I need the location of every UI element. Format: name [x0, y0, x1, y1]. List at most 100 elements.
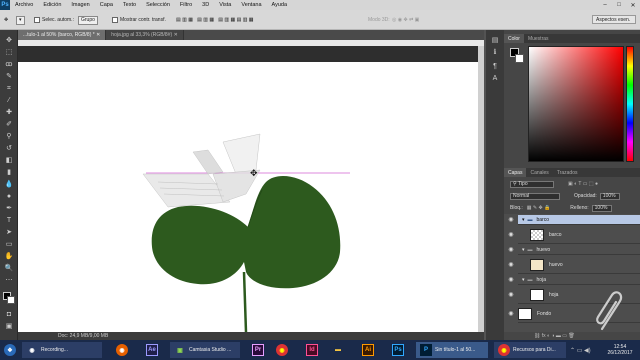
character-panel-icon[interactable]: A [490, 74, 500, 84]
menu-vista[interactable]: Vista [214, 2, 236, 8]
clock[interactable]: 12:54 26/12/2017 [604, 342, 636, 358]
path-select-tool-icon[interactable]: ➤ [4, 228, 14, 237]
eye-icon[interactable]: ◉ [507, 231, 515, 238]
history-panel-icon[interactable]: ▤ [490, 36, 500, 46]
after-effects-taskbar-icon[interactable]: Ae [146, 342, 158, 358]
filter-icons[interactable]: ▣ ◐ T ▭ ⬚ ● [568, 181, 598, 187]
dodge-tool-icon[interactable]: ● [4, 192, 14, 201]
eye-icon[interactable]: ◉ [507, 276, 515, 283]
system-tray-icons[interactable]: ⌃ ▭ ◀) [570, 342, 591, 358]
chevron-down-icon[interactable]: ▾ [522, 247, 525, 253]
history-brush-tool-icon[interactable]: ↺ [4, 144, 14, 153]
opacity-input[interactable]: 100% [599, 192, 620, 200]
eye-icon[interactable]: ◉ [507, 261, 515, 268]
menu-filtro[interactable]: Filtro [175, 2, 197, 8]
document-canvas[interactable]: ✥ [18, 62, 478, 333]
illustrator-taskbar-icon[interactable]: Ai [362, 342, 374, 358]
chevron-down-icon[interactable]: ▾ [522, 217, 525, 223]
eyedropper-tool-icon[interactable]: ⁄ [4, 96, 14, 105]
gradient-tool-icon[interactable]: ▮ [4, 168, 14, 177]
clone-stamp-tool-icon[interactable]: ⚲ [4, 132, 14, 141]
start-button[interactable]: ❖ [4, 342, 16, 358]
show-transform-checkbox[interactable]: Mostrar contr. transf. [112, 15, 166, 25]
lasso-tool-icon[interactable]: ꝏ [4, 60, 14, 69]
maximize-icon[interactable]: □ [612, 0, 626, 10]
tab-sin-titulo[interactable]: ...tulo-1 al 50% (barco, RGB/8) * ✕ [18, 30, 107, 40]
menu-ventana[interactable]: Ventana [236, 2, 266, 8]
healing-brush-tool-icon[interactable]: ✚ [4, 108, 14, 117]
menu-capa[interactable]: Capa [95, 2, 118, 8]
pen-tool-icon[interactable]: ✒ [4, 204, 14, 213]
taskbar-item-recording[interactable]: ◉ Recording... [22, 342, 102, 358]
layer-group-barco[interactable]: ◉ ▾ ▬ barco [508, 215, 640, 225]
tab-hoja[interactable]: hoja.jpg al 33,3% (RGB/8#) ✕ [106, 30, 184, 40]
minimize-icon[interactable]: – [598, 0, 612, 10]
blur-tool-icon[interactable]: 💧 [4, 180, 14, 189]
screen-mode-icon[interactable]: ▣ [4, 322, 14, 331]
crop-tool-icon[interactable]: ⌗ [4, 84, 14, 93]
background-color-swatch[interactable] [515, 54, 524, 63]
layer-group-huevo[interactable]: ◉ ▾ ▬ huevo [508, 245, 640, 255]
tab-muestras[interactable]: Muestras [524, 34, 553, 43]
quick-mask-icon[interactable]: ◘ [4, 310, 14, 319]
taskbar-item-photoshop-doc[interactable]: P Sin título-1 al 50... [416, 342, 488, 358]
extra-tools-icon[interactable]: ⋯ [4, 276, 14, 285]
eraser-tool-icon[interactable]: ◧ [4, 156, 14, 165]
blend-mode-dropdown[interactable]: Normal [510, 192, 560, 200]
shape-tool-icon[interactable]: ▭ [4, 240, 14, 249]
layer-huevo[interactable]: ◉ huevo [508, 256, 640, 274]
align-buttons[interactable]: ▤ ▥ ▦ ▤ ▥ ▦ ▤ ▥ ▦ ▤ ▥ ▦ [176, 15, 254, 25]
menu-ayuda[interactable]: Ayuda [267, 2, 293, 8]
auto-select-checkbox[interactable]: Selec. autom.: [34, 15, 74, 25]
menu-imagen[interactable]: Imagen [66, 2, 94, 8]
layers-footer-icons[interactable]: ⛓ fx ◐ ◑ ▬ ▭ 🗑 [534, 332, 575, 340]
properties-panel-icon[interactable]: ℹ [490, 48, 500, 58]
3d-mode-icons[interactable]: ◎ ◉ ✥ ⇄ ▣ [392, 15, 419, 25]
type-tool-icon[interactable]: T [4, 216, 14, 225]
chevron-down-icon[interactable]: ▾ [522, 277, 525, 283]
close-icon[interactable]: ✕ [626, 0, 640, 10]
premiere-taskbar-icon[interactable]: Pr [252, 342, 264, 358]
eye-icon[interactable]: ◉ [507, 246, 515, 253]
eye-icon[interactable]: ◉ [507, 291, 515, 298]
background-color-swatch[interactable] [7, 296, 15, 304]
move-tool-icon[interactable]: ✥ [4, 15, 8, 25]
taskbar-item-camtasia[interactable]: ▣ Camtasia Studio ... [170, 342, 240, 358]
brush-tool-icon[interactable]: ✐ [4, 120, 14, 129]
layer-filter-dropdown[interactable]: ⚲ Tipo [510, 180, 554, 188]
menu-3d[interactable]: 3D [197, 2, 214, 8]
taskbar-item-chrome-recursos[interactable]: ◉ Recursos para Di... [494, 342, 566, 358]
close-tab-icon[interactable]: ✕ [174, 32, 178, 38]
layer-barco[interactable]: ◉ barco [508, 226, 640, 244]
lock-icons[interactable]: ▦ ✎ ✥ 🔒 [527, 205, 551, 211]
tab-capas[interactable]: Capas [504, 168, 527, 177]
vertical-scrollbar[interactable] [478, 46, 484, 332]
paragraph-panel-icon[interactable]: ¶ [490, 62, 500, 72]
eye-icon[interactable]: ◉ [507, 310, 515, 317]
menu-edicion[interactable]: Edición [38, 2, 66, 8]
firefox-taskbar-icon[interactable]: ◉ [116, 342, 128, 358]
photoshop-taskbar-icon[interactable]: Ps [392, 342, 404, 358]
color-picker-field[interactable] [528, 46, 624, 162]
eye-icon[interactable]: ◉ [507, 216, 515, 223]
close-tab-icon[interactable]: ✕ [96, 32, 100, 38]
layer-group-hoja[interactable]: ◉ ▾ ▬ hoja [508, 275, 640, 285]
menu-archivo[interactable]: Archivo [10, 2, 38, 8]
tool-preset-picker[interactable]: ▾ [16, 15, 25, 25]
file-explorer-taskbar-icon[interactable]: ▬ [332, 342, 344, 358]
workspace-switcher[interactable]: Aspectos esen. [592, 15, 636, 24]
chrome-taskbar-icon[interactable]: ◉ [276, 342, 288, 358]
tab-trazados[interactable]: Trazados [553, 168, 582, 177]
auto-select-dropdown[interactable]: Grupo [78, 15, 98, 25]
indesign-taskbar-icon[interactable]: Id [306, 342, 318, 358]
quick-select-tool-icon[interactable]: ✎ [4, 72, 14, 81]
tab-color[interactable]: Color [504, 34, 524, 43]
zoom-tool-icon[interactable]: 🔍 [4, 264, 14, 273]
move-tool-icon[interactable]: ✥ [4, 36, 14, 45]
hand-tool-icon[interactable]: ✋ [4, 252, 14, 261]
menu-texto[interactable]: Texto [118, 2, 141, 8]
hue-slider[interactable] [626, 46, 634, 162]
tab-canales[interactable]: Canales [526, 168, 552, 177]
menu-seleccion[interactable]: Selección [141, 2, 175, 8]
fill-input[interactable]: 100% [591, 204, 612, 212]
